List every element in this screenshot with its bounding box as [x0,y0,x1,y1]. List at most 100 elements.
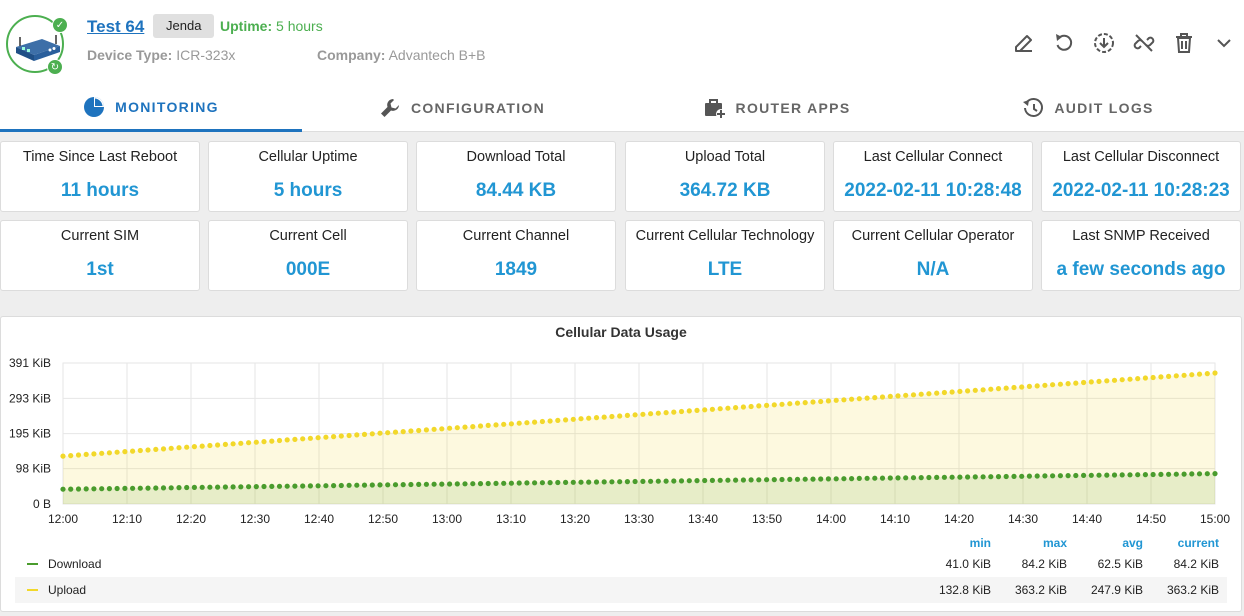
data-point-upload [400,429,406,435]
data-point-upload [640,411,646,417]
data-point-download [794,476,801,482]
data-point-download [485,480,491,487]
data-point-download [1119,472,1125,478]
x-tick-label: 12:50 [368,512,398,526]
data-point-download [601,479,607,485]
tab-audit-logs[interactable]: AUDIT LOGS [932,84,1244,132]
x-tick-label: 14:30 [1008,512,1038,526]
data-point-download [1142,472,1148,478]
data-point-upload [895,393,901,399]
data-point-upload [447,425,453,431]
stat-card-last-cellular-connect: Last Cellular Connect 2022-02-11 10:28:4… [833,141,1033,212]
data-point-upload [833,397,839,403]
data-point-upload [702,407,708,413]
data-point-upload [1119,377,1125,383]
data-point-download [1050,473,1056,479]
data-point-upload [988,386,994,392]
legend-col-avg[interactable]: avg [1083,536,1143,550]
data-point-upload [60,453,66,459]
stat-label: Last SNMP Received [1072,228,1210,244]
legend-current: 363.2 KiB [1166,583,1219,597]
data-point-download [68,486,74,492]
data-point-download [1166,471,1172,477]
data-point-download [555,479,561,486]
restart-icon[interactable] [1052,31,1076,55]
device-company: Company: Advantech B+B [317,47,485,63]
data-point-download [702,477,708,484]
data-point-download [431,481,437,487]
data-point-download [910,475,917,481]
data-point-download [779,476,785,483]
data-point-upload [470,424,476,430]
data-point-upload [106,450,112,456]
data-point-upload [879,394,886,400]
chevron-down-icon[interactable] [1212,31,1236,55]
data-point-download [222,484,228,490]
legend-row-download[interactable]: Download 41.0 KiB 84.2 KiB 62.5 KiB 84.2… [15,551,1227,577]
device-header: ✓ ↻ Test 64 Jenda Uptime: 5 hours Device… [0,0,1244,132]
data-point-upload [508,421,514,427]
legend-col-current[interactable]: current [1159,536,1219,550]
legend-col-min[interactable]: min [931,536,991,550]
data-point-download [331,483,337,489]
legend-name: Upload [48,583,87,597]
x-tick-label: 13:20 [560,512,590,526]
data-point-download [462,481,468,487]
data-point-upload [462,424,468,430]
data-point-upload [1011,384,1017,391]
tab-monitoring[interactable]: MONITORING [0,84,302,132]
data-point-upload [516,420,522,426]
data-point-upload [238,440,244,446]
delete-icon[interactable] [1172,31,1196,55]
data-point-upload [717,406,723,412]
device-name-link[interactable]: Test 64 [87,17,144,37]
data-point-upload [1104,378,1110,384]
data-point-download [709,477,716,483]
data-point-upload [207,442,213,449]
data-point-upload [68,453,74,459]
data-point-upload [99,450,105,456]
data-point-upload [601,414,607,420]
legend-row-upload[interactable]: Upload 132.8 KiB 363.2 KiB 247.9 KiB 363… [15,577,1227,603]
unlink-icon[interactable] [1132,31,1156,55]
data-point-download [1003,473,1009,480]
tab-router-apps[interactable]: ROUTER APPS [622,84,932,132]
data-point-download [771,477,777,483]
tab-configuration[interactable]: CONFIGURATION [302,84,622,132]
data-point-upload [416,427,422,434]
data-point-upload [1073,380,1079,386]
cellular-data-usage-chart: 391 KiB 293 KiB 195 KiB 98 KiB 0 B12:00 12:10… [9,356,1230,526]
stat-value: LTE [707,259,743,280]
data-point-upload [253,439,259,445]
x-tick-label: 13:40 [688,512,718,526]
data-point-download [671,478,677,484]
stat-value: 2022-02-11 10:28:23 [1052,180,1230,201]
stat-label: Current Cell [269,228,347,244]
data-point-download [392,482,399,488]
stat-value: a few seconds ago [1056,259,1226,280]
data-point-download [1019,473,1025,479]
data-point-download [1073,472,1079,479]
data-point-download [1096,472,1102,478]
data-point-upload [872,395,878,401]
data-point-download [292,483,298,489]
x-tick-label: 14:40 [1072,512,1102,526]
data-point-upload [1127,376,1133,382]
data-point-download [300,483,306,489]
legend-avg: 62.5 KiB [1097,557,1143,571]
data-point-download [825,476,832,482]
data-point-download [246,484,252,490]
download-icon[interactable] [1092,31,1116,55]
legend-current: 84.2 KiB [1173,557,1219,571]
data-point-download [787,476,793,482]
data-point-download [160,485,167,491]
data-point-upload [555,417,561,423]
data-point-download [609,479,615,485]
edit-icon[interactable] [1012,31,1036,55]
data-point-download [369,482,375,488]
legend-col-max[interactable]: max [1007,536,1067,550]
data-point-download [122,485,128,491]
x-tick-label: 13:30 [624,512,654,526]
data-point-upload [168,445,174,451]
data-point-upload [1003,385,1009,391]
